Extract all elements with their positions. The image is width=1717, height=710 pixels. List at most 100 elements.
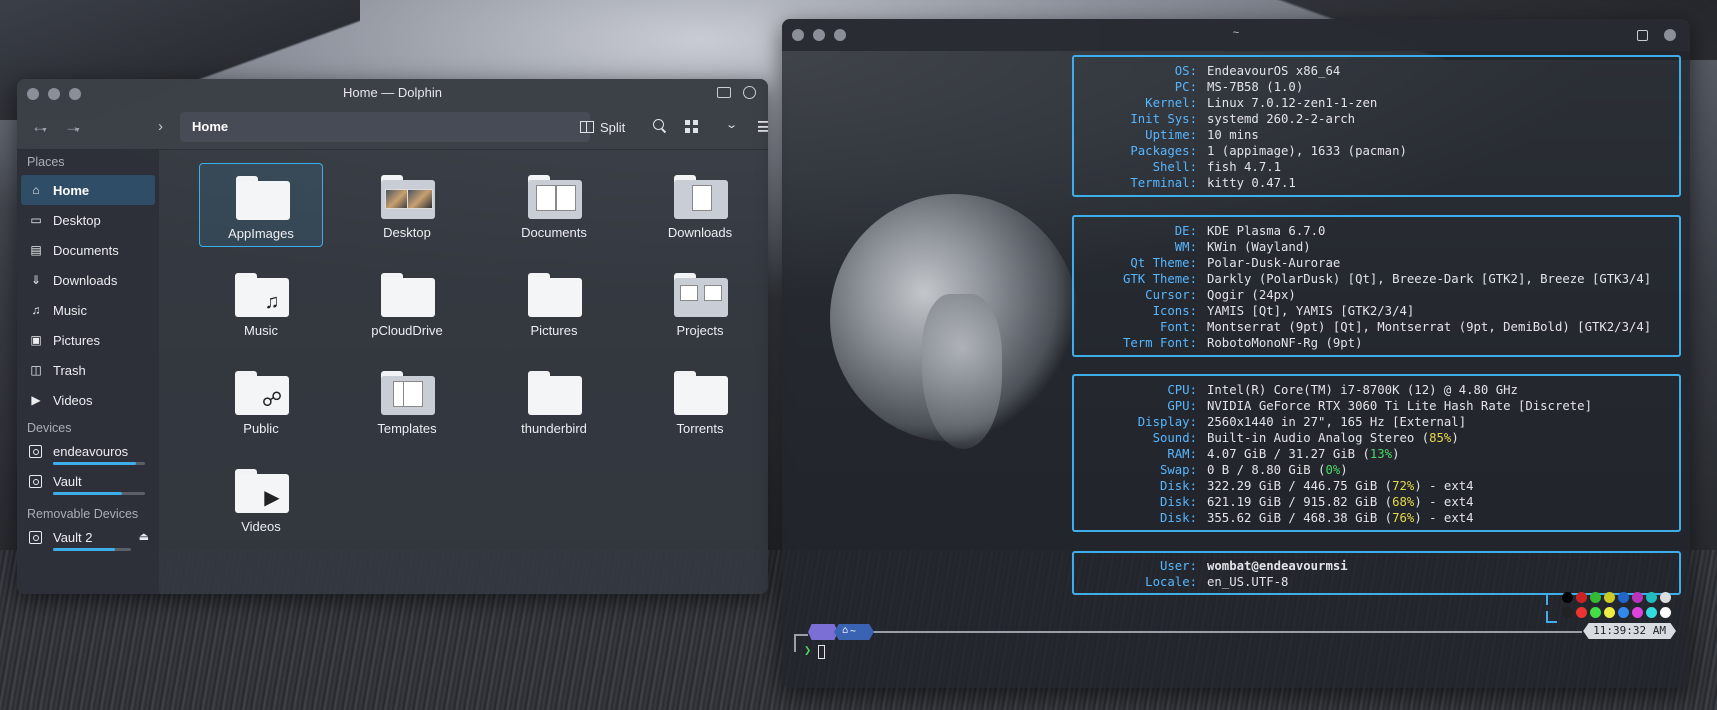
clock-segment: 11:39:32 AM	[1583, 623, 1676, 639]
info-row-gtk-theme: GTK Theme: Darkly (PolarDusk) [Qt], Breez…	[1122, 272, 1652, 286]
africa-landmass-image	[922, 294, 1002, 449]
color-swatch	[1618, 607, 1629, 618]
devices-header: Devices	[27, 421, 72, 435]
dolphin-titlebar[interactable]: Home — Dolphin	[17, 79, 768, 107]
info-row-cpu: CPU: Intel(R) Core(TM) i7-8700K (12) @ 4.…	[1167, 383, 1518, 397]
sidebar-item-music[interactable]: ♫ Music	[21, 295, 155, 325]
color-swatch	[1646, 607, 1657, 618]
sidebar-item-trash[interactable]: ◫ Trash	[21, 355, 155, 385]
close-icon[interactable]	[743, 86, 756, 99]
folder-item-appimages[interactable]: AppImages	[199, 163, 323, 247]
color-swatch	[1618, 592, 1629, 603]
folder-item-pclouddrive[interactable]: pCloudDrive	[345, 261, 469, 345]
split-icon	[580, 121, 594, 133]
folder-item-public[interactable]: ☍ Public	[199, 359, 323, 443]
folder-icon	[674, 371, 728, 415]
folder-videos-icon: ▶	[235, 469, 289, 513]
pictures-icon: ▣	[30, 333, 42, 347]
hamburger-menu-icon[interactable]	[758, 121, 768, 132]
fastfetch-hardware-box: CPU: Intel(R) Core(TM) i7-8700K (12) @ 4.…	[1072, 374, 1681, 532]
info-row-wm: WM: KWin (Wayland)	[1174, 240, 1311, 254]
info-row-shell: Shell: fish 4.7.1	[1152, 160, 1282, 174]
sidebar-item-downloads[interactable]: ⇓ Downloads	[21, 265, 155, 295]
places-panel: Places ⌂ Home ▭ Desktop ▤ Documents ⇓ Do…	[17, 149, 159, 594]
color-swatch	[1660, 607, 1671, 618]
shell-prompt[interactable]: ⌂ ~ 11:39:32 AM ❯	[790, 621, 1682, 659]
eject-icon[interactable]: ⏏	[139, 530, 149, 543]
device-vault[interactable]: Vault	[21, 471, 155, 501]
color-palette	[1562, 592, 1671, 622]
chevron-down-icon[interactable]: ⌄	[725, 118, 738, 131]
color-swatch	[1632, 607, 1643, 618]
folder-music-icon: ♫	[235, 273, 289, 317]
chevron-right-icon[interactable]: ›	[158, 118, 163, 135]
desktop-icon: ▭	[30, 213, 42, 227]
folder-projects-icon	[674, 273, 728, 317]
folder-downloads-icon	[674, 175, 728, 219]
info-row-init: Init Sys: systemd 260.2-2-arch	[1130, 112, 1356, 126]
folder-desktop-icon	[381, 175, 435, 219]
kitty-terminal-window[interactable]: ~ OS: EndeavourOS x86_64 PC: MS-7B58 (1.0)…	[782, 19, 1690, 688]
chevron-down-icon[interactable]: ▼	[41, 127, 48, 134]
sidebar-item-videos[interactable]: ▶ Videos	[21, 385, 155, 415]
os-logo-icon	[808, 624, 838, 640]
location-bar[interactable]: Home	[180, 112, 590, 142]
folder-item-documents[interactable]: Documents	[492, 163, 616, 247]
info-row-user: User: wombat@endeavourmsi	[1159, 559, 1348, 573]
folder-item-projects[interactable]: Projects	[638, 261, 762, 345]
drive-icon	[29, 445, 42, 458]
info-row-swap: Swap: 0 B / 8.80 GiB (0%)	[1159, 463, 1348, 477]
color-swatch	[1604, 592, 1615, 603]
removable-devices-header: Removable Devices	[27, 507, 139, 521]
color-swatch	[1576, 592, 1587, 603]
info-row-packages: Packages: 1 (appimage), 1633 (pacman)	[1130, 144, 1407, 158]
folder-icon	[528, 273, 582, 317]
sidebar-item-documents[interactable]: ▤ Documents	[21, 235, 155, 265]
downloads-icon: ⇓	[30, 273, 42, 287]
close-icon[interactable]	[1664, 29, 1676, 41]
removable-drive-icon	[29, 531, 42, 544]
sidebar-item-pictures[interactable]: ▣ Pictures	[21, 325, 155, 355]
prompt-arrow-icon: ❯	[804, 643, 812, 657]
info-row-ram: RAM: 4.07 GiB / 31.27 GiB (13%)	[1167, 447, 1400, 461]
split-label: Split	[600, 119, 626, 135]
info-row-cursor: Cursor: Qogir (24px)	[1145, 288, 1296, 302]
music-icon: ♫	[31, 303, 41, 317]
terminal-titlebar[interactable]: ~	[782, 19, 1690, 51]
info-row-uptime: Uptime: 10 mins	[1145, 128, 1259, 142]
folder-item-thunderbird[interactable]: thunderbird	[492, 359, 616, 443]
chevron-down-icon[interactable]: ▼	[74, 127, 81, 134]
split-button[interactable]: Split	[580, 116, 625, 138]
folder-item-desktop[interactable]: Desktop	[345, 163, 469, 247]
color-swatch	[1604, 607, 1615, 618]
device-endeavouros[interactable]: endeavouros	[21, 441, 155, 471]
sidebar-item-home[interactable]: ⌂ Home	[21, 175, 155, 205]
pin-icon[interactable]	[1637, 29, 1648, 41]
folder-item-downloads[interactable]: Downloads	[638, 163, 762, 247]
icons-view-icon[interactable]	[685, 120, 698, 133]
folder-templates-icon	[381, 371, 435, 415]
folder-item-pictures[interactable]: Pictures	[492, 261, 616, 345]
folder-item-videos[interactable]: ▶ Videos	[199, 457, 323, 541]
info-row-font: Font: Montserrat (9pt) [Qt], Montserrat (…	[1159, 320, 1652, 334]
folder-item-torrents[interactable]: Torrents	[638, 359, 762, 443]
info-row-pc: PC: MS-7B58 (1.0)	[1174, 80, 1304, 94]
breadcrumb-home[interactable]: Home	[192, 119, 228, 134]
color-swatch	[1660, 592, 1671, 603]
info-row-os: OS: EndeavourOS x86_64	[1174, 64, 1341, 78]
folder-icon	[528, 371, 582, 415]
sidebar-item-desktop[interactable]: ▭ Desktop	[21, 205, 155, 235]
folder-item-music[interactable]: ♫ Music	[199, 261, 323, 345]
info-row-terminal: Terminal: kitty 0.47.1	[1130, 176, 1296, 190]
fastfetch-system-box: OS: EndeavourOS x86_64 PC: MS-7B58 (1.0) K…	[1072, 55, 1681, 197]
dolphin-window: Home — Dolphin ← ▼ → ▼ › Home Split ⌄ Pl…	[17, 79, 768, 594]
folder-item-templates[interactable]: Templates	[345, 359, 469, 443]
search-icon[interactable]	[653, 119, 664, 130]
info-row-gpu: GPU: NVIDIA GeForce RTX 3060 Ti Lite Hash…	[1167, 399, 1592, 413]
device-vault-2[interactable]: Vault 2 ⏏	[21, 527, 155, 557]
folder-icon[interactable]	[717, 87, 731, 98]
folder-documents-icon	[528, 175, 582, 219]
info-row-disk: Disk: 621.19 GiB / 915.82 GiB (68%) - ext…	[1159, 495, 1474, 509]
places-header: Places	[27, 155, 65, 169]
home-icon: ⌂	[32, 183, 40, 197]
